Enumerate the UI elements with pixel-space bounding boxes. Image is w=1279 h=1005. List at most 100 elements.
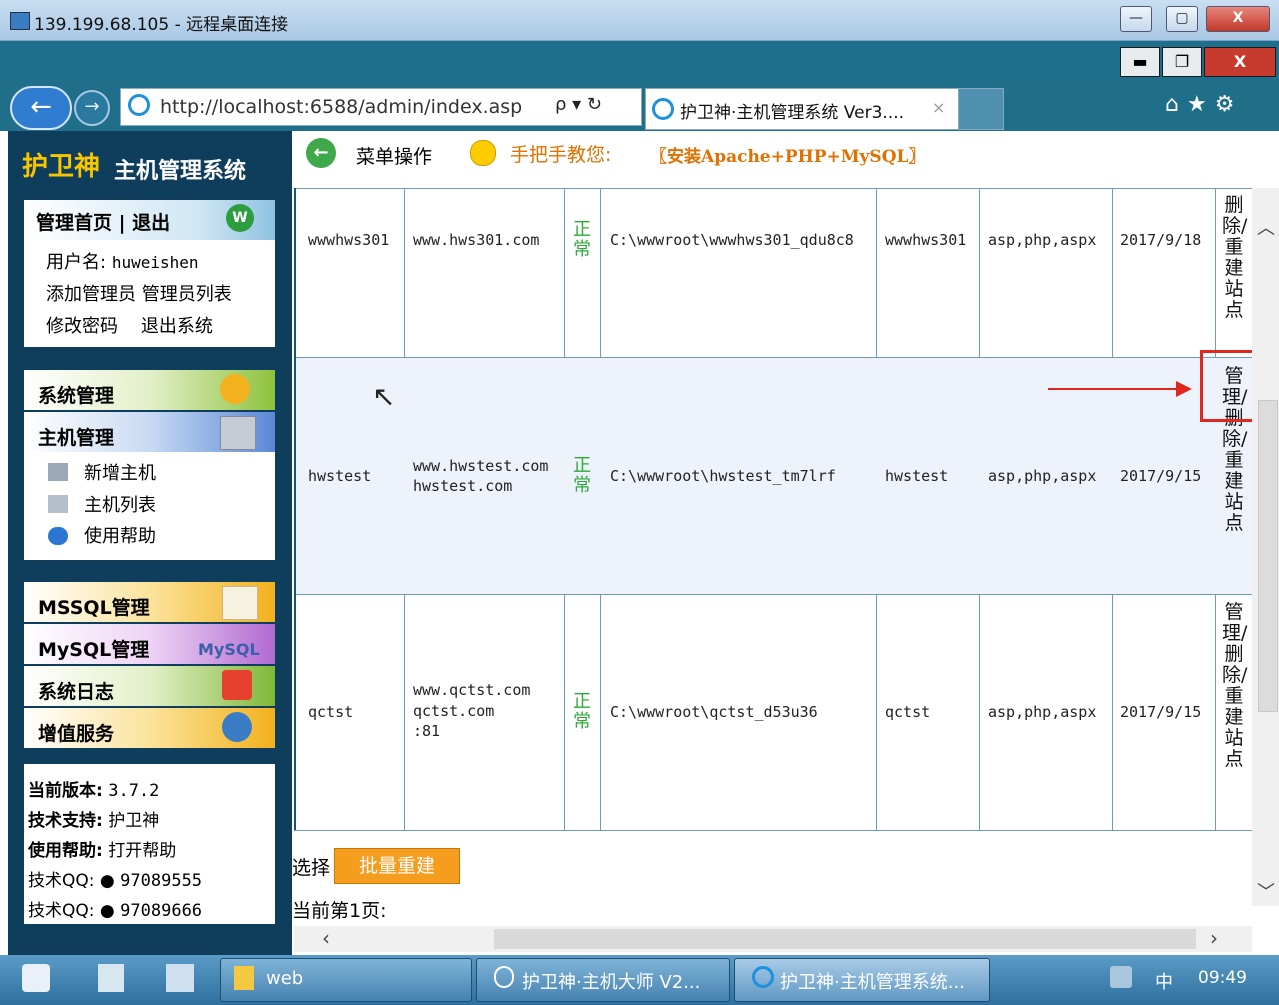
ie-icon <box>752 966 774 988</box>
host-list-link[interactable]: 主机列表 <box>84 491 156 517</box>
qq1-label: 技术QQ: <box>28 871 95 891</box>
horizontal-scroll-thumb[interactable] <box>494 929 1196 949</box>
network-icon[interactable] <box>1110 966 1132 988</box>
rdp-close-button[interactable]: X <box>1206 6 1270 32</box>
support-row: 技术支持: 护卫神 <box>28 806 159 831</box>
mouse-cursor-icon: ↖ <box>372 380 396 413</box>
scroll-up-icon[interactable]: ︿ <box>1257 214 1275 240</box>
user-service-icon <box>222 712 252 742</box>
admin-links-row2[interactable]: 修改密码 退出系统 <box>46 312 213 338</box>
menu-host-label[interactable]: 主机管理 <box>38 423 114 450</box>
start-icon[interactable] <box>22 964 50 992</box>
taskbar-item-web[interactable] <box>220 958 472 1002</box>
host-list-icon <box>48 495 68 513</box>
help-icon <box>48 527 68 545</box>
created-date: 2017/9/15 <box>1120 703 1202 721</box>
annotation-highlight-box <box>1200 350 1258 422</box>
support-value: 护卫神 <box>108 811 160 831</box>
status-badge: 正常 <box>573 455 591 496</box>
ime-indicator[interactable]: 中 <box>1155 968 1173 994</box>
folder-icon <box>234 966 254 990</box>
menu-log-label[interactable]: 系统日志 <box>38 677 114 704</box>
admin-links-row1[interactable]: 添加管理员 管理员列表 <box>46 280 232 306</box>
scroll-right-icon[interactable]: › <box>1210 926 1218 950</box>
site-port: :81 <box>413 722 441 740</box>
menu-vas-label[interactable]: 增值服务 <box>38 719 114 746</box>
site-languages: asp,php,aspx <box>988 703 1097 721</box>
site-name: hwstest <box>308 467 372 485</box>
ftp-user: qctst <box>885 703 931 721</box>
ie-page-icon <box>128 94 150 116</box>
rdp-window-title: 139.199.68.105 - 远程桌面连接 <box>34 15 289 35</box>
new-tab-button[interactable] <box>958 88 1004 130</box>
forward-arrow-icon: → <box>84 96 100 117</box>
site-languages: asp,php,aspx <box>988 231 1097 249</box>
status-badge: 正常 <box>573 691 591 732</box>
tab-close-icon[interactable]: × <box>932 98 945 117</box>
forward-button[interactable]: → <box>74 90 110 126</box>
version-row: 当前版本: 3.7.2 <box>28 776 159 801</box>
site-languages: asp,php,aspx <box>988 467 1097 485</box>
browser-minimize-button[interactable]: ▬ <box>1120 47 1160 77</box>
status-badge: 正常 <box>573 219 591 260</box>
version-value: 3.7.2 <box>108 781 160 801</box>
batch-rebuild-button[interactable]: 批量重建 <box>334 848 460 884</box>
menu-system-label[interactable]: 系统管理 <box>38 381 114 408</box>
shield-icon <box>494 966 514 988</box>
site-domain: qctst.com <box>413 702 495 720</box>
qq1-row: 技术QQ: ● 97089555 <box>28 866 202 891</box>
vertical-scroll-thumb[interactable] <box>1258 400 1278 712</box>
site-domain: www.hws301.com <box>413 231 540 249</box>
database-icon <box>222 586 258 620</box>
address-url[interactable]: http://localhost:6588/admin/index.asp <box>160 96 522 118</box>
ftp-user: wwwhws301 <box>885 231 967 249</box>
row-actions[interactable]: 管理/删除/重建站点 <box>1222 602 1247 770</box>
row-actions[interactable]: 删除/重建站点 <box>1222 195 1247 321</box>
menu-operation-label[interactable]: 菜单操作 <box>356 142 432 169</box>
scroll-down-icon[interactable]: ﹀ <box>1257 878 1275 904</box>
address-search-refresh-icon[interactable]: ρ ▾ ↻ <box>555 94 602 115</box>
annotation-arrow-head <box>1176 381 1192 397</box>
tutorial-label: 手把手教您: <box>510 144 612 166</box>
server-manager-icon[interactable] <box>98 964 124 992</box>
home-favorites-tools-icons[interactable]: ⌂★⚙ <box>1165 92 1242 117</box>
help-link[interactable]: 使用帮助 <box>84 522 156 548</box>
qq1-value[interactable]: 97089555 <box>120 871 202 891</box>
install-apache-link[interactable]: 〖安装Apache+PHP+MySQL〗 <box>650 142 925 167</box>
help-label: 使用帮助: <box>28 841 103 861</box>
add-host-link[interactable]: 新增主机 <box>84 459 156 485</box>
help-row: 使用帮助: 打开帮助 <box>28 836 176 861</box>
menu-mssql-label[interactable]: MSSQL管理 <box>38 593 150 620</box>
collapse-arrow-icon[interactable]: ← <box>306 138 336 168</box>
admin-home-logout-link[interactable]: 管理首页 | 退出 <box>36 208 170 235</box>
site-name: wwwhws301 <box>308 231 390 249</box>
browser-maximize-button[interactable]: ❐ <box>1162 47 1202 77</box>
qq2-label: 技术QQ: <box>28 901 95 921</box>
ftp-user: hwstest <box>885 467 949 485</box>
rdp-minimize-button[interactable]: — <box>1120 6 1152 32</box>
taskbar-label-hws-master[interactable]: 护卫神·主机大师 V2... <box>522 968 700 994</box>
site-path: C:\wwwroot\hwstest_tm7lrf <box>610 467 836 485</box>
rdp-maximize-button[interactable]: ▢ <box>1166 6 1198 32</box>
table-row <box>296 188 1252 357</box>
back-arrow-icon: ← <box>30 92 52 122</box>
smiley-icon <box>470 140 496 166</box>
server-icon <box>220 416 256 450</box>
back-button[interactable]: ← <box>10 86 72 130</box>
taskbar-label-hws-admin[interactable]: 护卫神·主机管理系统... <box>780 968 965 994</box>
site-domain: hwstest.com <box>413 477 513 495</box>
add-host-icon <box>48 463 68 481</box>
taskbar-label-web[interactable]: web <box>266 968 303 989</box>
powershell-icon[interactable] <box>166 964 194 992</box>
qq2-value[interactable]: 97089666 <box>120 901 202 921</box>
browser-close-button[interactable]: X <box>1204 47 1276 77</box>
created-date: 2017/9/15 <box>1120 467 1202 485</box>
select-label: 选择 <box>292 857 331 879</box>
scroll-left-icon[interactable]: ‹ <box>322 926 330 950</box>
clock[interactable]: 09:49 <box>1198 968 1247 988</box>
tab-title[interactable]: 护卫神·主机管理系统 Ver3.... <box>680 98 904 123</box>
site-domain: www.hwstest.com <box>413 457 549 475</box>
shield-icon: W <box>226 204 254 232</box>
open-help-link[interactable]: 打开帮助 <box>108 841 176 861</box>
menu-mysql-label[interactable]: MySQL管理 <box>38 635 149 662</box>
